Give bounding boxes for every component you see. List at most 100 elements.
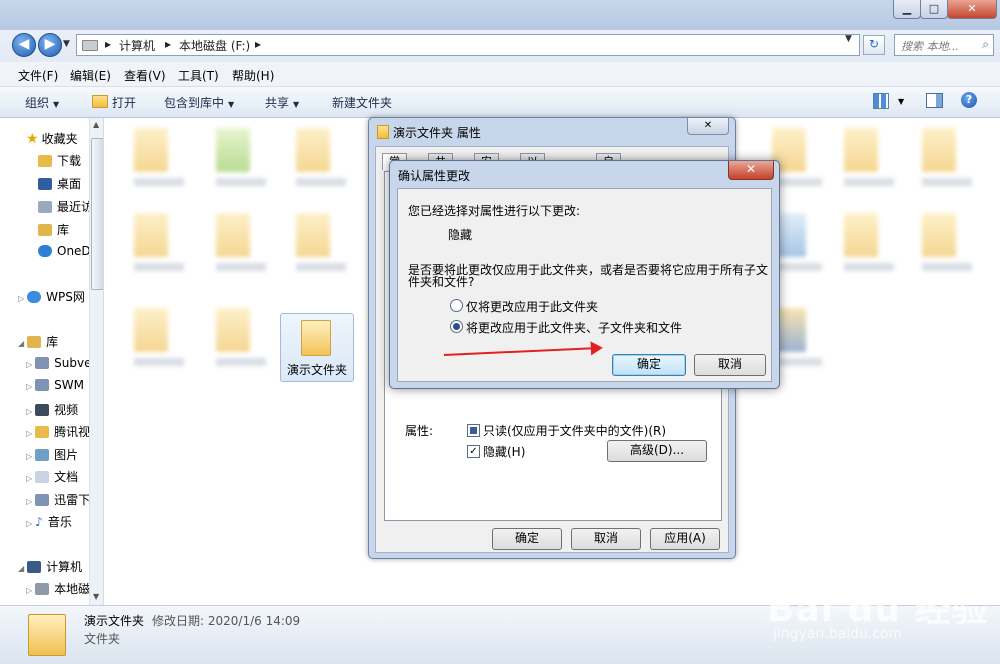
apply-all-radio[interactable] xyxy=(450,320,463,333)
readonly-label: 只读(仅应用于文件夹中的文件)(R) xyxy=(483,424,667,438)
recent-pages-dropdown[interactable]: ▼ xyxy=(63,39,70,49)
expand-icon[interactable]: ▷ xyxy=(26,519,32,528)
blurred-folder[interactable] xyxy=(216,128,266,186)
help-icon[interactable]: ? xyxy=(961,92,977,108)
confirm-intro: 您已经选择对属性进行以下更改: xyxy=(408,204,581,218)
properties-cancel-button[interactable]: 取消 xyxy=(571,528,641,550)
expand-icon[interactable]: ▷ xyxy=(26,360,32,369)
preview-pane-icon[interactable] xyxy=(926,93,943,108)
close-button[interactable]: ✕ xyxy=(947,0,997,19)
sidebar-label: 计算机 xyxy=(46,560,83,574)
drive-icon xyxy=(35,583,50,595)
apply-folder-only-label[interactable]: 仅将更改应用于此文件夹 xyxy=(466,298,598,315)
search-icon[interactable]: ⌕ xyxy=(982,37,989,52)
sidebar-item-pictures[interactable]: ▷ 图片 xyxy=(26,446,78,463)
watermark-brand: Bai du 经验 xyxy=(767,589,989,630)
blurred-folder[interactable] xyxy=(134,128,184,186)
readonly-checkbox[interactable] xyxy=(467,424,480,437)
details-type: 文件夹 xyxy=(84,632,121,646)
address-dropdown[interactable]: ▼ xyxy=(845,34,852,44)
properties-close-button[interactable]: ✕ xyxy=(687,118,729,135)
scroll-down-icon[interactable]: ▼ xyxy=(93,592,99,601)
sidebar-item-swm[interactable]: ▷ SWM xyxy=(26,378,84,392)
sidebar-item-library[interactable]: 库 xyxy=(38,221,69,238)
refresh-button[interactable]: ↻ xyxy=(863,35,885,55)
collapse-icon[interactable]: ◢ xyxy=(18,564,24,573)
sidebar-item-desktop[interactable]: 桌面 xyxy=(38,175,81,192)
expand-icon[interactable]: ▷ xyxy=(26,474,32,483)
breadcrumb-drive[interactable]: 本地磁盘 (F:) xyxy=(179,37,250,54)
expand-icon[interactable]: ▷ xyxy=(18,294,24,303)
advanced-button[interactable]: 高级(D)... xyxy=(607,440,707,462)
forward-button[interactable]: ▶ xyxy=(38,33,62,57)
blurred-folder[interactable] xyxy=(134,213,184,271)
collapse-icon[interactable]: ◢ xyxy=(18,339,24,348)
properties-title: 演示文件夹 属性 xyxy=(393,126,481,140)
apply-all-label[interactable]: 将更改应用于此文件夹、子文件夹和文件 xyxy=(466,319,682,336)
confirm-ok-button[interactable]: 确定 xyxy=(612,354,686,376)
breadcrumb-separator: ▸ xyxy=(255,37,262,51)
organize-button[interactable]: 组织 ▼ xyxy=(25,94,59,111)
blurred-folder[interactable] xyxy=(134,308,184,366)
sidebar-item-thunder[interactable]: ▷ 迅雷下 xyxy=(26,491,90,508)
open-button[interactable]: 打开 xyxy=(92,94,136,111)
scrollbar-thumb[interactable] xyxy=(91,138,103,290)
sidebar-item-subversion[interactable]: ▷ Subve xyxy=(26,356,91,370)
confirm-close-button[interactable]: ✕ xyxy=(728,161,774,180)
library-icon xyxy=(35,494,50,506)
properties-ok-button[interactable]: 确定 xyxy=(492,528,562,550)
sidebar-item-music[interactable]: ▷ ♪ 音乐 xyxy=(26,513,72,530)
blurred-folder[interactable] xyxy=(216,213,266,271)
sidebar-label: 库 xyxy=(46,335,59,349)
blurred-folder[interactable] xyxy=(296,213,346,271)
maximize-button[interactable]: □ xyxy=(920,0,948,19)
sidebar-item-recent[interactable]: 最近访 xyxy=(38,198,93,215)
blurred-folder[interactable] xyxy=(216,308,266,366)
expand-icon[interactable]: ▷ xyxy=(26,586,32,595)
sidebar-item-wps[interactable]: ▷ WPS网 xyxy=(18,288,85,305)
new-folder-button[interactable]: 新建文件夹 xyxy=(332,94,392,111)
change-view-icon[interactable] xyxy=(873,93,889,109)
apply-folder-only-radio[interactable] xyxy=(450,299,463,312)
breadcrumb-separator: ▸ xyxy=(165,37,172,51)
scroll-up-icon[interactable]: ▲ xyxy=(93,120,99,129)
address-bar[interactable]: ▸ 计算机 ▸ 本地磁盘 (F:) ▸ xyxy=(76,34,860,56)
menu-view[interactable]: 查看(V) xyxy=(124,67,166,84)
minimize-button[interactable]: ▁ xyxy=(893,0,921,19)
confirm-cancel-button[interactable]: 取消 xyxy=(694,354,766,376)
back-button[interactable]: ◀ xyxy=(12,33,36,57)
menu-tools[interactable]: 工具(T) xyxy=(178,67,219,84)
sidebar-scrollbar[interactable]: ▲ ▼ xyxy=(89,118,103,605)
blurred-folder[interactable] xyxy=(922,128,972,186)
hidden-checkbox[interactable]: ✓ xyxy=(467,445,480,458)
share-button[interactable]: 共享 ▼ xyxy=(265,94,299,111)
menu-file[interactable]: 文件(F) xyxy=(18,67,58,84)
sidebar-libraries[interactable]: ◢ 库 xyxy=(18,333,58,350)
sidebar-item-documents[interactable]: ▷ 文档 xyxy=(26,468,78,485)
include-in-library-button[interactable]: 包含到库中 ▼ xyxy=(164,94,234,111)
expand-icon[interactable]: ▷ xyxy=(26,382,32,391)
search-input[interactable]: 搜索 本地... ⌕ xyxy=(894,34,994,56)
sidebar-item-tencent-video[interactable]: ▷ 腾讯视 xyxy=(26,423,90,440)
sidebar-item-videos[interactable]: ▷ 视频 xyxy=(26,401,78,418)
expand-icon[interactable]: ▷ xyxy=(26,497,32,506)
view-options-dropdown[interactable]: ▼ xyxy=(898,97,904,106)
selected-folder[interactable]: 演示文件夹 xyxy=(280,313,354,382)
sidebar-item-local-disk[interactable]: ▷ 本地磁 xyxy=(26,580,90,597)
expand-icon[interactable]: ▷ xyxy=(26,452,32,461)
sidebar-item-onedrive[interactable]: OneD xyxy=(38,244,91,258)
expand-icon[interactable]: ▷ xyxy=(26,407,32,416)
expand-icon[interactable]: ▷ xyxy=(26,429,32,438)
blurred-folder[interactable] xyxy=(844,128,894,186)
menu-edit[interactable]: 编辑(E) xyxy=(70,67,111,84)
sidebar-favorites[interactable]: ★ 收藏夹 xyxy=(26,130,78,147)
breadcrumb-computer[interactable]: 计算机 xyxy=(119,37,155,54)
properties-apply-button[interactable]: 应用(A) xyxy=(650,528,720,550)
menu-help[interactable]: 帮助(H) xyxy=(232,67,274,84)
blurred-folder[interactable] xyxy=(844,213,894,271)
downloads-icon xyxy=(38,155,52,167)
blurred-folder[interactable] xyxy=(922,213,972,271)
blurred-folder[interactable] xyxy=(296,128,346,186)
sidebar-item-downloads[interactable]: 下载 xyxy=(38,152,81,169)
sidebar-computer[interactable]: ◢ 计算机 xyxy=(18,558,82,575)
